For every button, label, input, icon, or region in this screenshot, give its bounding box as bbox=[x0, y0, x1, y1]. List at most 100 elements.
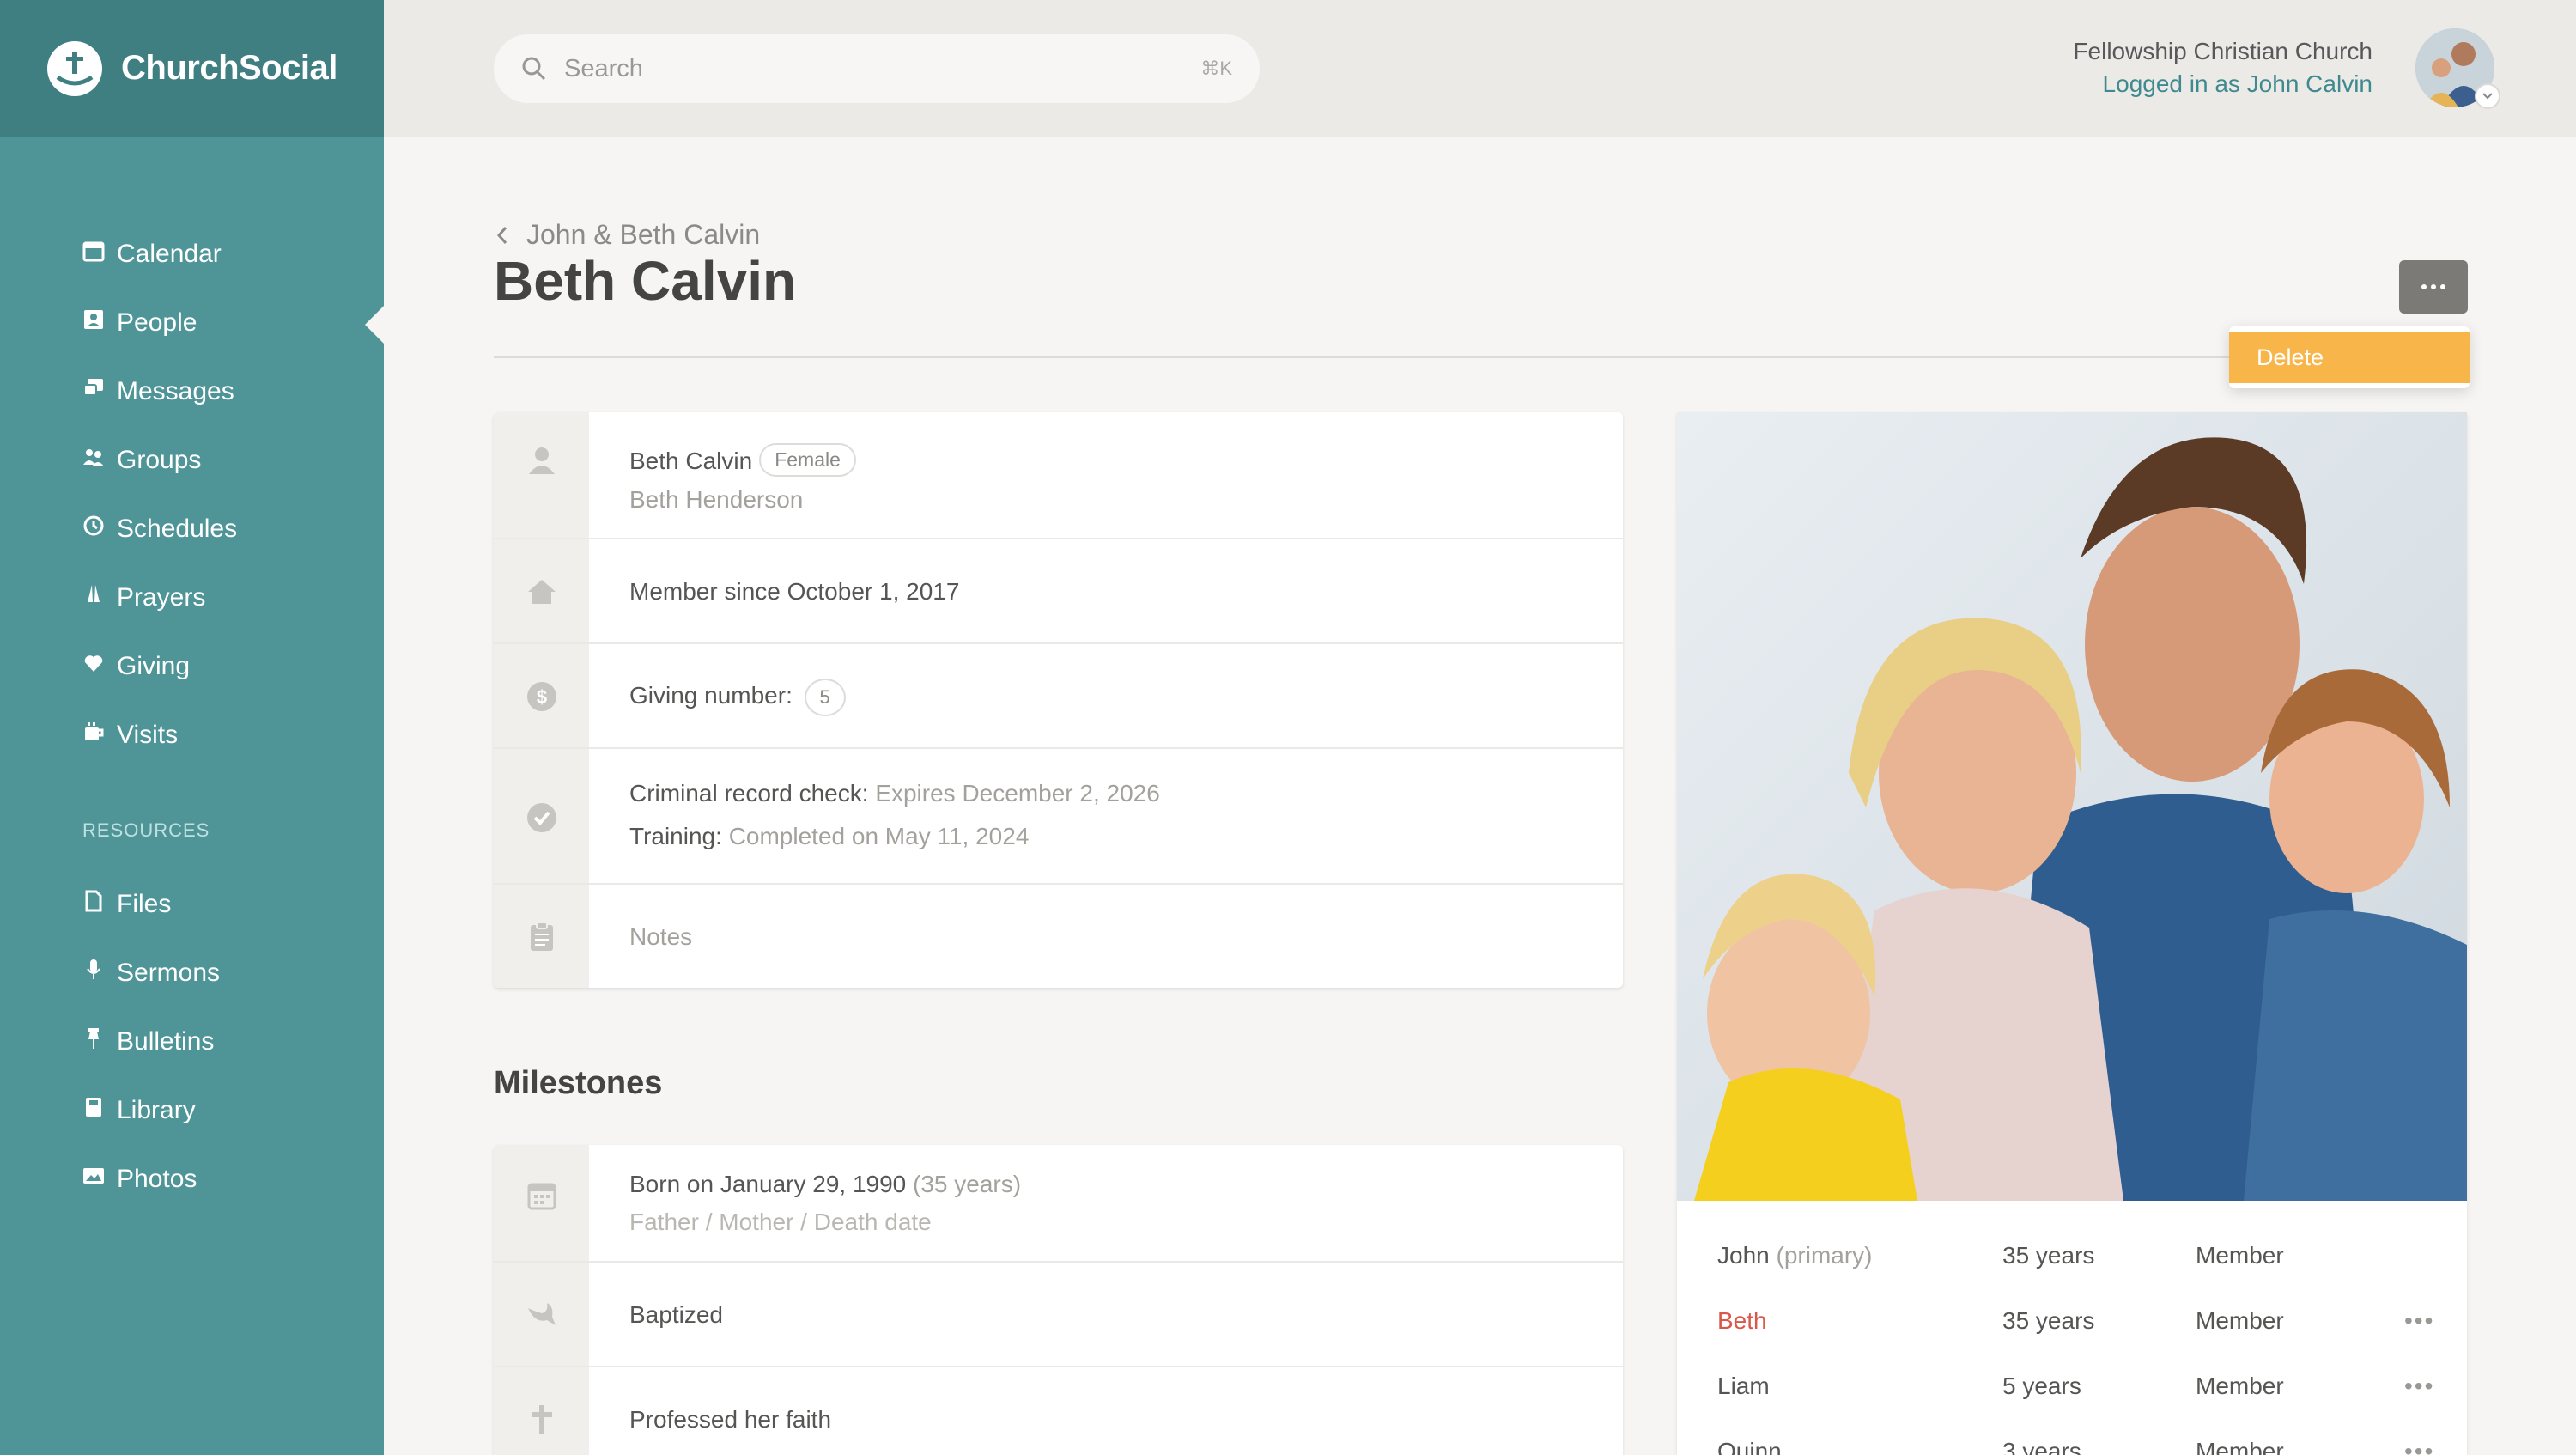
gender-badge: Female bbox=[759, 443, 856, 477]
family-photo[interactable] bbox=[1677, 412, 2467, 1201]
professed-label: Professed her faith bbox=[629, 1406, 832, 1433]
church-logo-icon bbox=[47, 40, 102, 96]
member-since: Member since October 1, 2017 bbox=[629, 578, 960, 605]
delete-menu-item[interactable]: Delete bbox=[2229, 332, 2470, 383]
sidebar-item-giving[interactable]: Giving bbox=[0, 632, 384, 701]
baptized-label: Baptized bbox=[629, 1301, 723, 1328]
sidebar-item-label: Giving bbox=[117, 652, 191, 680]
family-member-row[interactable]: John (primary) 35 years Member bbox=[1717, 1242, 2430, 1307]
sidebar-item-label: People bbox=[117, 308, 197, 337]
resources-heading: RESOURCES bbox=[82, 819, 210, 841]
giving-row[interactable]: $ Giving number: 5 bbox=[494, 644, 1623, 749]
born-age: (35 years) bbox=[913, 1171, 1022, 1197]
member-name: John bbox=[1717, 1242, 1770, 1269]
clipboard-icon bbox=[531, 922, 553, 951]
chevron-left-icon bbox=[496, 226, 507, 244]
sidebar-item-label: Prayers bbox=[117, 583, 206, 612]
file-icon bbox=[85, 890, 102, 912]
dollar-coin-icon: $ bbox=[527, 682, 556, 711]
family-member-row[interactable]: Quinn 3 years Member ••• bbox=[1717, 1438, 2433, 1455]
milestone-professed-row[interactable]: Professed her faith bbox=[494, 1367, 1623, 1455]
member-more-button[interactable]: ••• bbox=[2404, 1373, 2434, 1400]
image-icon bbox=[83, 1168, 104, 1184]
person-icon bbox=[529, 447, 555, 474]
brand-name: ChurchSocial bbox=[121, 49, 337, 87]
account-dropdown-chevron-icon[interactable] bbox=[2475, 83, 2500, 109]
sidebar-item-visits[interactable]: Visits bbox=[0, 701, 384, 770]
svg-text:$: $ bbox=[537, 686, 547, 708]
member-note: (primary) bbox=[1776, 1242, 1873, 1269]
membership-row[interactable]: Member since October 1, 2017 bbox=[494, 539, 1623, 644]
member-name: Quinn bbox=[1717, 1438, 1782, 1455]
sidebar-item-library[interactable]: Library bbox=[0, 1076, 384, 1145]
breadcrumb-back-link[interactable]: John & Beth Calvin bbox=[494, 219, 760, 251]
member-more-button[interactable]: ••• bbox=[2404, 1438, 2434, 1455]
sidebar-item-photos[interactable]: Photos bbox=[0, 1145, 384, 1214]
more-actions-button[interactable] bbox=[2399, 260, 2468, 314]
search-icon bbox=[522, 57, 546, 81]
sidebar-item-schedules[interactable]: Schedules bbox=[0, 495, 384, 563]
checks-row[interactable]: Criminal record check: Expires December … bbox=[494, 749, 1623, 885]
born-date: Born on January 29, 1990 bbox=[629, 1171, 907, 1197]
giving-label: Giving number: bbox=[629, 682, 793, 709]
search-input[interactable]: Search ⌘K bbox=[494, 34, 1260, 103]
member-name: Beth bbox=[1717, 1307, 1767, 1334]
parents-link[interactable]: Father / Mother / Death date bbox=[629, 1208, 932, 1236]
heart-icon bbox=[84, 655, 103, 672]
name-row[interactable]: Beth Calvin Female Beth Henderson bbox=[494, 412, 1623, 539]
page-title: Beth Calvin bbox=[494, 250, 797, 312]
member-more-button[interactable]: ••• bbox=[2404, 1307, 2434, 1335]
training-value: Completed on May 11, 2024 bbox=[728, 823, 1030, 849]
member-role: Member bbox=[2196, 1438, 2284, 1455]
org-name: Fellowship Christian Church bbox=[2073, 38, 2372, 64]
milestone-born-row[interactable]: Born on January 29, 1990 (35 years) Fath… bbox=[494, 1145, 1623, 1263]
sidebar-item-label: Bulletins bbox=[117, 1027, 215, 1056]
messages-icon bbox=[83, 379, 103, 396]
calendar-icon bbox=[82, 241, 105, 262]
sidebar-item-label: Photos bbox=[117, 1165, 197, 1193]
milestone-baptized-row[interactable]: Baptized bbox=[494, 1263, 1623, 1367]
sidebar-item-label: Visits bbox=[117, 721, 179, 749]
person-name: Beth Calvin bbox=[629, 447, 753, 474]
sidebar-item-label: Groups bbox=[117, 446, 202, 474]
sidebar-item-label: Files bbox=[117, 890, 172, 918]
pin-icon bbox=[88, 1028, 99, 1049]
notes-row[interactable]: Notes bbox=[494, 885, 1623, 988]
family-members-list: John (primary) 35 years Member Beth 35 y… bbox=[1717, 1242, 2433, 1455]
groups-icon bbox=[83, 449, 104, 466]
logged-in-link[interactable]: Logged in as John Calvin bbox=[2073, 70, 2372, 98]
milestones-card: Born on January 29, 1990 (35 years) Fath… bbox=[494, 1145, 1623, 1455]
home-icon bbox=[528, 580, 556, 604]
sidebar-item-messages[interactable]: Messages bbox=[0, 357, 384, 426]
sidebar: ChurchSocial Calendar People Messages Gr… bbox=[0, 0, 384, 1455]
brand-bar[interactable]: ChurchSocial bbox=[0, 0, 384, 137]
sidebar-item-prayers[interactable]: Prayers bbox=[0, 563, 384, 632]
sidebar-item-files[interactable]: Files bbox=[0, 870, 384, 939]
sidebar-item-bulletins[interactable]: Bulletins bbox=[0, 1008, 384, 1076]
criminal-check-label: Criminal record check: bbox=[629, 780, 869, 807]
sidebar-item-label: Calendar bbox=[117, 240, 222, 268]
search-placeholder: Search bbox=[564, 54, 643, 82]
family-member-row[interactable]: Beth 35 years Member ••• bbox=[1717, 1307, 2433, 1373]
praying-hands-icon bbox=[88, 585, 100, 602]
sidebar-item-label: Library bbox=[117, 1096, 196, 1124]
profile-card: Beth Calvin Female Beth Henderson Member … bbox=[494, 412, 1623, 988]
coffee-cup-icon bbox=[85, 722, 104, 740]
sidebar-item-people[interactable]: People bbox=[0, 289, 384, 357]
family-member-row[interactable]: Liam 5 years Member ••• bbox=[1717, 1373, 2433, 1438]
search-shortcut: ⌘K bbox=[1200, 58, 1232, 79]
member-role: Member bbox=[2196, 1242, 2284, 1269]
sidebar-item-calendar[interactable]: Calendar bbox=[0, 220, 384, 289]
dove-icon bbox=[528, 1303, 556, 1325]
sidebar-item-sermons[interactable]: Sermons bbox=[0, 939, 384, 1008]
book-icon bbox=[86, 1098, 101, 1117]
microphone-icon bbox=[87, 959, 100, 979]
training-label: Training: bbox=[629, 823, 722, 849]
member-age: 5 years bbox=[2002, 1373, 2081, 1399]
sidebar-item-groups[interactable]: Groups bbox=[0, 426, 384, 495]
maiden-name: Beth Henderson bbox=[629, 486, 804, 513]
calendar-icon bbox=[527, 1183, 556, 1210]
notes-field[interactable]: Notes bbox=[629, 923, 692, 951]
actions-menu: Delete bbox=[2229, 326, 2470, 388]
member-name: Liam bbox=[1717, 1373, 1770, 1399]
